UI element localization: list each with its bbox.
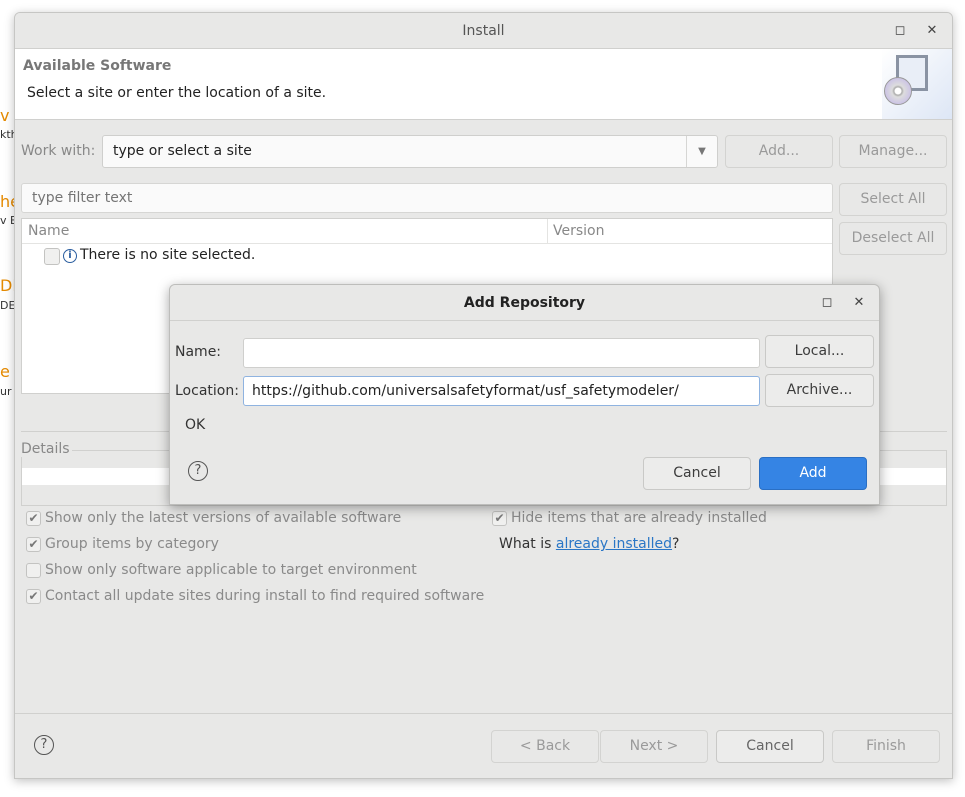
what-is-installed: What is already installed? — [499, 536, 679, 552]
page-subtitle: Select a site or enter the location of a… — [27, 85, 327, 101]
window-title: Install — [462, 23, 505, 39]
details-label: Details — [21, 441, 72, 457]
dialog-add-button[interactable]: Add — [759, 457, 867, 490]
hide-installed-checkbox[interactable]: ✔ — [492, 511, 507, 526]
location-label: Location: — [175, 383, 239, 399]
help-icon[interactable]: ? — [34, 735, 54, 755]
next-button[interactable]: Next > — [600, 730, 708, 763]
close-icon[interactable]: ✕ — [922, 13, 942, 49]
dialog-cancel-button[interactable]: Cancel — [643, 457, 751, 490]
separator — [15, 713, 952, 714]
column-name[interactable]: Name — [28, 223, 69, 239]
info-icon: i — [63, 249, 77, 263]
chevron-down-icon[interactable]: ▼ — [686, 136, 717, 167]
work-with-combo[interactable]: type or select a site — [102, 135, 718, 168]
close-icon[interactable]: ✕ — [849, 285, 869, 321]
title-bar: Install ◻ ✕ — [15, 13, 952, 49]
local-button[interactable]: Local... — [765, 335, 874, 368]
page-title: Available Software — [23, 58, 172, 74]
add-site-button[interactable]: Add... — [725, 135, 833, 168]
option-label: Hide items that are already installed — [511, 510, 767, 526]
name-label: Name: — [175, 344, 222, 360]
option-label: Show only software applicable to target … — [45, 562, 417, 578]
latest-versions-checkbox[interactable]: ✔ — [26, 511, 41, 526]
deselect-all-button[interactable]: Deselect All — [839, 222, 947, 255]
group-by-category-checkbox[interactable]: ✔ — [26, 537, 41, 552]
maximize-icon[interactable]: ◻ — [817, 285, 837, 321]
install-software-icon — [882, 49, 952, 119]
option-label: Show only the latest versions of availab… — [45, 510, 402, 526]
option-label: Contact all update sites during install … — [45, 588, 485, 604]
column-version[interactable]: Version — [553, 223, 604, 239]
select-all-button[interactable]: Select All — [839, 183, 947, 216]
work-with-label: Work with: — [21, 143, 96, 159]
add-repository-dialog: Add Repository ◻ ✕ Name: Local... Locati… — [169, 284, 880, 505]
background-fragment: e — [0, 362, 10, 381]
name-input[interactable] — [243, 338, 760, 368]
cancel-button[interactable]: Cancel — [716, 730, 824, 763]
location-input[interactable]: https://github.com/universalsafetyformat… — [243, 376, 760, 406]
what-is-suffix: ? — [672, 536, 680, 552]
archive-button[interactable]: Archive... — [765, 374, 874, 407]
dialog-title-bar: Add Repository ◻ ✕ — [170, 285, 879, 321]
help-icon[interactable]: ? — [188, 461, 208, 481]
wizard-header: Available Software Select a site or ente… — [15, 49, 952, 120]
status-message: OK — [185, 417, 206, 433]
target-env-checkbox[interactable] — [26, 563, 41, 578]
dialog-title: Add Repository — [463, 295, 586, 311]
table-header: Name Version — [22, 219, 832, 244]
contact-sites-checkbox[interactable]: ✔ — [26, 589, 41, 604]
already-installed-link[interactable]: already installed — [556, 536, 672, 552]
table-row[interactable]: i There is no site selected. — [22, 245, 832, 269]
filter-input[interactable] — [21, 183, 833, 213]
manage-button[interactable]: Manage... — [839, 135, 947, 168]
maximize-icon[interactable]: ◻ — [890, 13, 910, 49]
finish-button[interactable]: Finish — [832, 730, 940, 763]
back-button[interactable]: < Back — [491, 730, 599, 763]
row-checkbox[interactable] — [44, 248, 60, 265]
what-is-prefix: What is — [499, 536, 556, 552]
option-label: Group items by category — [45, 536, 219, 552]
row-name: There is no site selected. — [80, 247, 256, 263]
